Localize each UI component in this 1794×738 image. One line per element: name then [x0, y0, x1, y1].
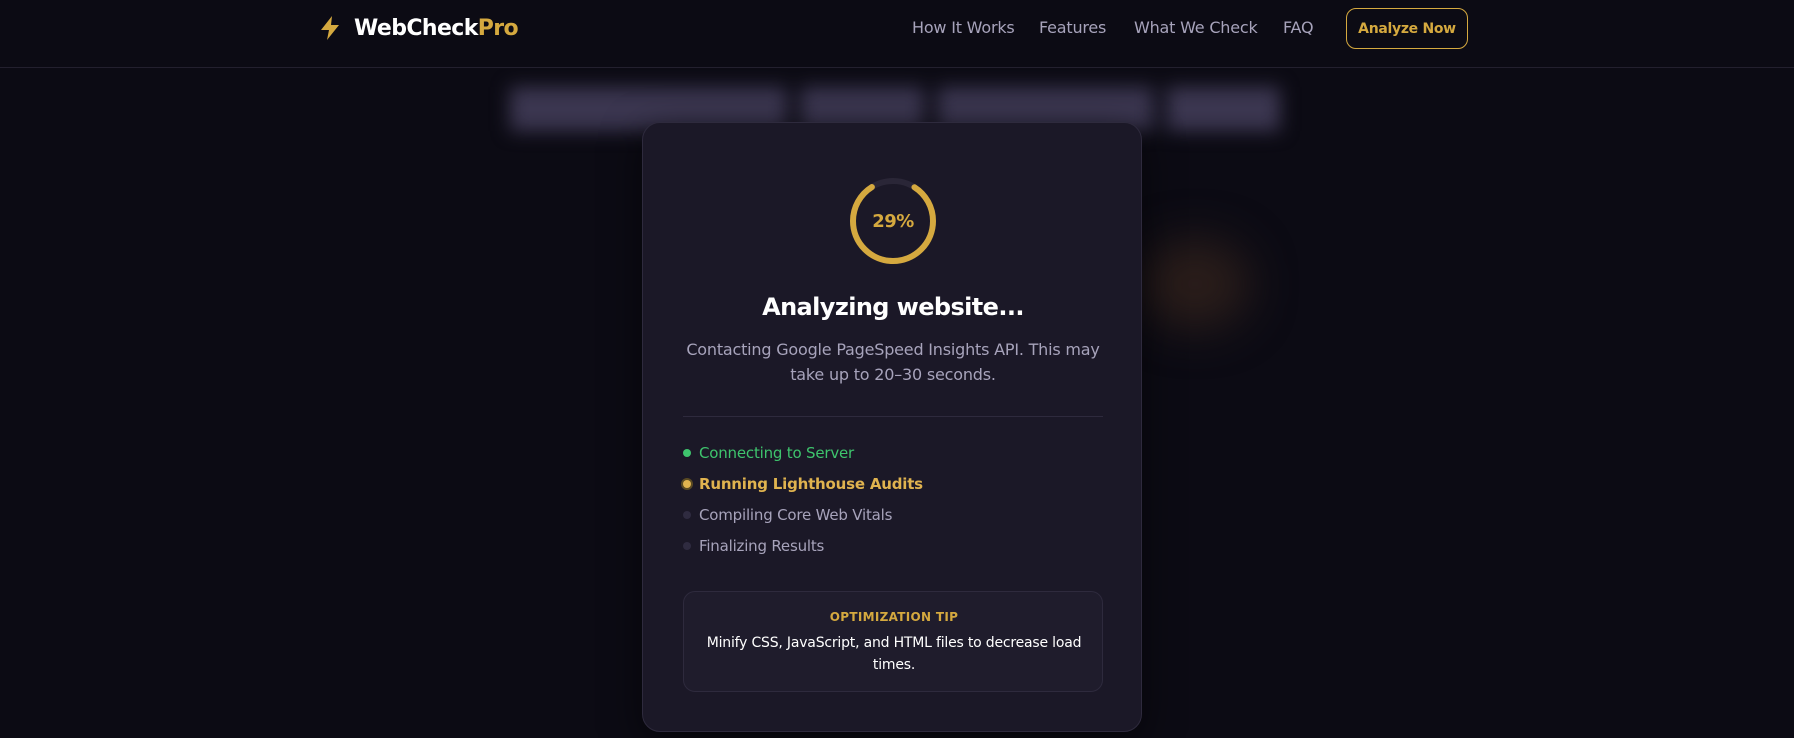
lightning-bolt-icon [321, 16, 339, 40]
nav-link-features[interactable]: Features [1039, 18, 1106, 37]
step-item: Running Lighthouse Audits [683, 468, 1103, 499]
nav-link-how-it-works[interactable]: How It Works [912, 18, 1015, 37]
top-navbar: WebCheck Pro How It Works Features What W… [0, 0, 1794, 68]
modal-description: Contacting Google PageSpeed Insights API… [686, 340, 1100, 384]
step-status-dot [683, 479, 691, 488]
tip-heading: OPTIMIZATION TIP [829, 610, 959, 624]
step-status-dot [683, 448, 691, 457]
blurred-glow [1140, 239, 1250, 329]
step-label: Finalizing Results [699, 536, 825, 555]
progress-percent: 29% [872, 210, 914, 232]
optimization-tip-box: OPTIMIZATION TIP Minify CSS, JavaScript,… [683, 591, 1103, 692]
progress-steps: Connecting to Server Running Lighthouse … [683, 437, 1103, 561]
step-item: Finalizing Results [683, 530, 1103, 561]
step-item: Connecting to Server [683, 437, 1103, 468]
nav-link-faq[interactable]: FAQ [1283, 18, 1314, 37]
brand-name-accent: Pro [477, 15, 519, 41]
step-status-dot [683, 541, 691, 550]
analyze-now-button[interactable]: Analyze Now [1346, 8, 1468, 49]
brand-name: WebCheck [354, 15, 478, 41]
tip-text: Minify CSS, JavaScript, and HTML files t… [706, 635, 1082, 673]
step-label: Connecting to Server [699, 443, 855, 462]
modal-title: Analyzing website... [762, 293, 1024, 321]
step-label: Compiling Core Web Vitals [699, 505, 893, 524]
step-status-dot [683, 510, 691, 519]
analysis-progress-modal: 29% Analyzing website... Contacting Goog… [642, 122, 1142, 732]
step-item: Compiling Core Web Vitals [683, 499, 1103, 530]
step-label: Running Lighthouse Audits [699, 474, 923, 493]
nav-link-what-we-check[interactable]: What We Check [1134, 18, 1258, 37]
progress-ring: 29% [848, 176, 938, 266]
divider [683, 416, 1103, 417]
brand-logo[interactable]: WebCheck Pro [318, 14, 519, 42]
